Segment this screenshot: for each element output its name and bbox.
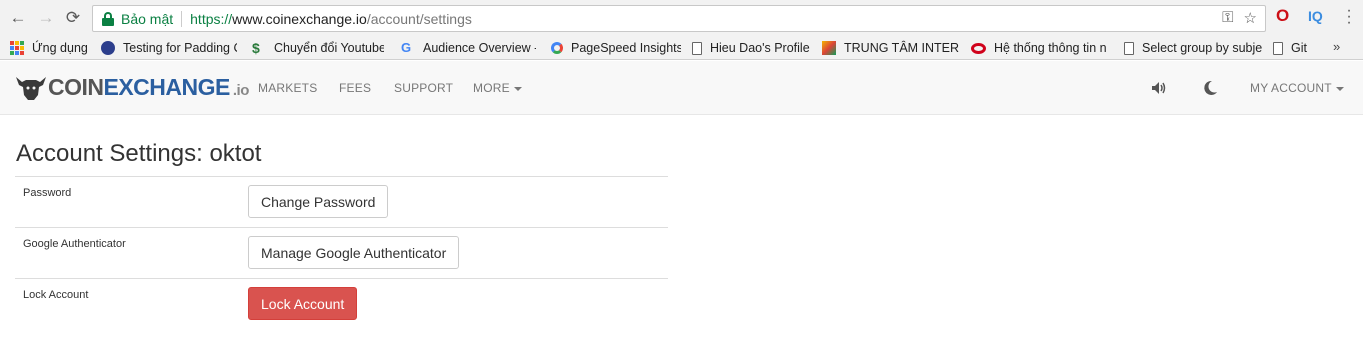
browser-toolbar: ← → ⟳ Bảo mật https://www.coinexchange.i…: [0, 0, 1363, 36]
globe-icon: [101, 41, 115, 55]
bookmark-item[interactable]: Hệ thống thông tin n: [971, 39, 1108, 57]
moon-icon[interactable]: [1201, 79, 1219, 97]
bookmark-item[interactable]: $ Chuyển đổi Youtube: [252, 39, 384, 57]
settings-row-lock-account: Lock Account Lock Account: [15, 278, 668, 329]
chart-icon: [822, 41, 836, 55]
key-icon[interactable]: ⚿: [1222, 9, 1233, 27]
bookmark-label: Git: [1291, 41, 1307, 55]
nav-more[interactable]: MORE: [473, 81, 522, 95]
bookmark-item[interactable]: TRUNG TÂM INTERNE: [822, 39, 959, 57]
url-scheme: https://: [190, 10, 233, 27]
change-password-button[interactable]: Change Password: [248, 185, 389, 218]
secure-label: Bảo mật: [121, 10, 174, 27]
bookmark-label: Audience Overview -: [423, 41, 536, 55]
lock-account-button[interactable]: Lock Account: [248, 287, 358, 320]
bookmark-label: Testing for Padding C: [123, 41, 237, 55]
nav-my-account[interactable]: MY ACCOUNT: [1250, 81, 1344, 95]
site-navbar: COINEXCHANGE .io MARKETS FEES SUPPORT MOR…: [0, 61, 1363, 115]
nav-more-label: MORE: [473, 81, 510, 95]
dollar-icon: $: [252, 40, 260, 56]
page-icon: [1273, 41, 1283, 55]
manage-google-authenticator-button[interactable]: Manage Google Authenticator: [248, 236, 460, 269]
address-bar[interactable]: Bảo mật https://www.coinexchange.io/acco…: [92, 5, 1266, 32]
bookmark-label: PageSpeed Insights: [571, 41, 681, 55]
speaker-icon[interactable]: [1150, 79, 1168, 97]
iq-extension-icon[interactable]: IQ: [1308, 8, 1323, 24]
bookmark-label: Hệ thống thông tin n: [994, 41, 1107, 55]
star-icon[interactable]: ☆: [1244, 9, 1257, 27]
url-host: www.coinexchange.io: [232, 10, 367, 27]
bookmark-label: TRUNG TÂM INTERNE: [844, 41, 959, 55]
page-icon: [692, 41, 702, 55]
oracle-icon: [971, 42, 986, 54]
site-logo[interactable]: COINEXCHANGE .io: [14, 72, 249, 102]
my-account-label: MY ACCOUNT: [1250, 81, 1332, 95]
nav-markets[interactable]: MARKETS: [258, 81, 317, 95]
bookmarks-bar: Ứng dụng Testing for Padding C $ Chuyển …: [0, 36, 1363, 60]
opera-icon[interactable]: O: [1276, 6, 1289, 26]
url-path: /account/settings: [366, 10, 472, 27]
settings-row-password: Password Change Password: [15, 176, 668, 227]
bookmark-item[interactable]: PageSpeed Insights: [551, 39, 681, 57]
account-settings-table: Password Change Password Google Authenti…: [15, 176, 668, 329]
back-arrow-icon[interactable]: ←: [8, 8, 28, 28]
forward-arrow-icon[interactable]: →: [36, 8, 56, 28]
bookmark-label: Chuyển đổi Youtube: [274, 41, 384, 55]
apps-grid-icon: [10, 41, 24, 55]
google-icon: G: [401, 40, 412, 55]
caret-down-icon: [1335, 86, 1344, 91]
bookmarks-overflow-icon[interactable]: »: [1333, 39, 1340, 54]
row-label: Lock Account: [23, 289, 89, 301]
caret-down-icon: [513, 86, 522, 91]
menu-kebab-icon[interactable]: · · ·: [1344, 3, 1354, 31]
page-title: Account Settings: oktot: [16, 140, 262, 167]
url-divider: [181, 10, 183, 27]
row-label: Password: [23, 187, 72, 199]
bookmark-item[interactable]: G Audience Overview -: [401, 39, 536, 57]
bookmark-label: Ứng dụng: [32, 41, 88, 55]
reload-icon[interactable]: ⟳: [63, 8, 83, 28]
bookmark-label: Select group by subje: [1142, 41, 1262, 55]
nav-support[interactable]: SUPPORT: [394, 81, 453, 95]
bookmark-item[interactable]: Git: [1273, 39, 1323, 57]
bull-logo-icon: [16, 77, 46, 100]
pagespeed-icon: [551, 42, 563, 54]
bookmark-label: Hieu Dao's Profile: [710, 41, 810, 55]
lock-icon: [102, 11, 114, 26]
page-icon: [1124, 41, 1134, 55]
bookmark-apps[interactable]: Ứng dụng: [10, 39, 95, 57]
row-label: Google Authenticator: [23, 238, 126, 250]
bookmark-item[interactable]: Hieu Dao's Profile: [692, 39, 812, 57]
bookmark-item[interactable]: Testing for Padding C: [101, 39, 237, 57]
settings-row-google-authenticator: Google Authenticator Manage Google Authe…: [15, 227, 668, 278]
logo-text: COINEXCHANGE .io: [48, 73, 249, 100]
nav-fees[interactable]: FEES: [339, 81, 371, 95]
bookmark-item[interactable]: Select group by subje: [1124, 39, 1262, 57]
